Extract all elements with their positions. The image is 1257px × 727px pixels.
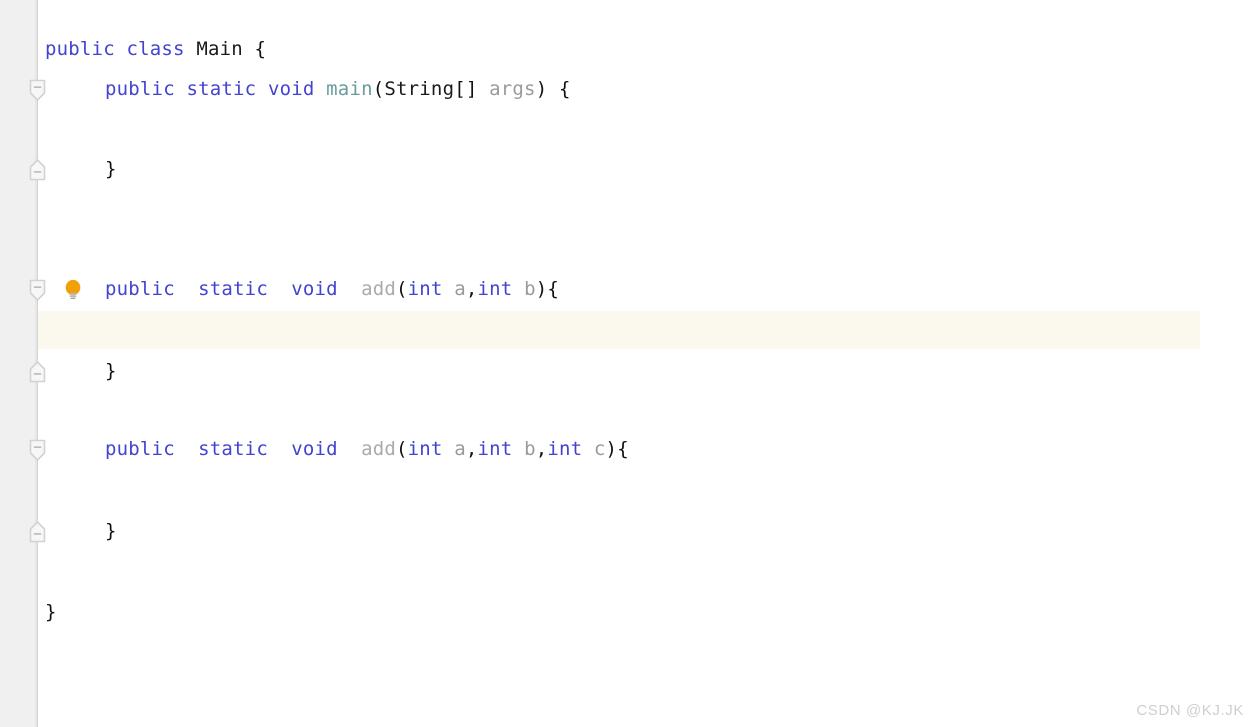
code-token: b [524,438,536,460]
code-token: args [489,78,536,100]
code-token: a [454,278,466,300]
code-token: } [105,158,117,180]
code-token: , [465,278,478,300]
code-token: static [198,438,268,460]
code-token: { [617,438,629,460]
code-token: ) [535,78,559,100]
fold-start-main-icon[interactable] [28,79,47,102]
code-token: a [454,438,466,460]
code-token: public [105,278,175,300]
code-line-15[interactable]: } [45,592,57,632]
fold-start-add3-icon[interactable] [28,439,47,462]
code-token: int [477,438,513,460]
code-editor[interactable]: public class Main {public static void ma… [0,0,1257,727]
fold-end-main-icon[interactable] [28,158,47,181]
fold-start-add2-icon[interactable] [28,279,47,302]
code-token: { [547,278,559,300]
code-line-1[interactable]: public class Main { [45,29,266,69]
code-token: int [547,438,583,460]
fold-end-add2-icon[interactable] [28,360,47,383]
code-token: ( [372,78,385,100]
code-token: { [254,38,267,60]
code-line-7[interactable]: public static void add(int a,int b){ [105,269,559,309]
code-line-9[interactable]: } [105,351,117,391]
code-token: public [45,38,115,60]
code-token: Main [196,38,243,60]
watermark-label: CSDN @KJ.JK [1136,702,1244,719]
code-token: int [407,438,443,460]
code-token: add [361,278,397,300]
code-token: main [326,78,373,100]
code-token: } [45,601,57,623]
code-token: ) [605,438,618,460]
code-token: ( [396,438,408,460]
code-token: class [126,38,185,60]
code-token: , [465,438,478,460]
code-token: [] [454,78,490,100]
code-token: void [291,278,338,300]
code-token: add [361,438,397,460]
code-token: } [105,520,117,542]
code-token: void [267,78,315,100]
code-token: public [105,438,175,460]
code-token: int [477,278,513,300]
code-token: } [105,360,117,382]
code-line-4[interactable]: } [105,149,117,189]
code-token: String [384,78,455,100]
code-token: { [558,78,571,100]
intention-bulb-icon[interactable] [60,277,86,303]
code-token: int [407,278,443,300]
code-token: ( [396,278,408,300]
code-token: ) [535,278,548,300]
code-token: void [291,438,338,460]
code-line-2[interactable]: public static void main(String[] args) { [105,69,571,109]
fold-end-add3-icon[interactable] [28,520,47,543]
code-token: static [186,78,257,100]
code-line-13[interactable]: } [105,511,117,551]
code-token: b [524,278,536,300]
code-token: c [593,438,606,460]
code-token: public [105,78,175,100]
code-line-11[interactable]: public static void add(int a,int b,int c… [105,429,629,469]
code-token: static [198,278,268,300]
code-text-layer[interactable]: public class Main {public static void ma… [0,0,1257,727]
code-token: , [535,438,548,460]
